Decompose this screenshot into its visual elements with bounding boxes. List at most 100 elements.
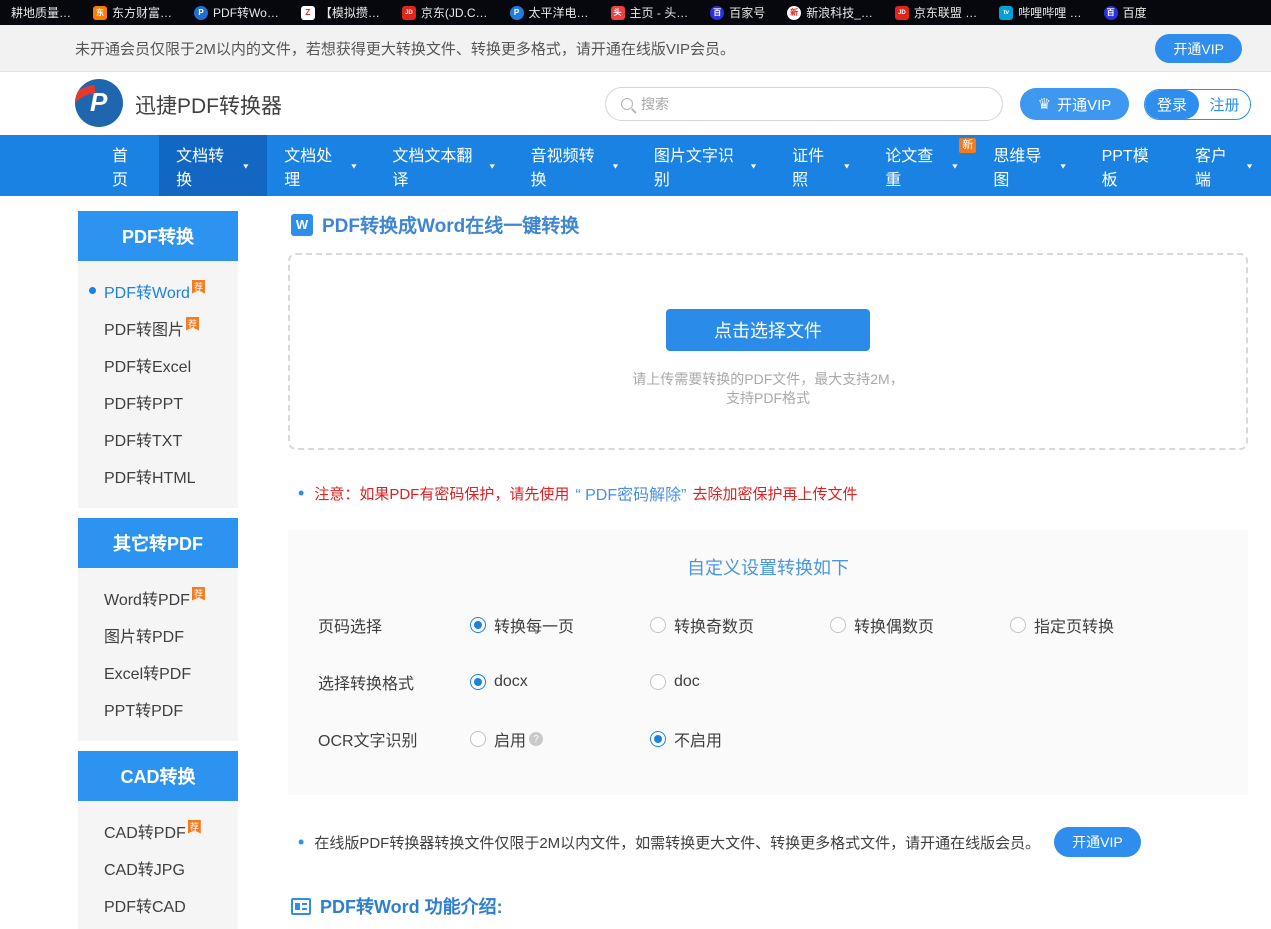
sidebar-item-image-to-pdf[interactable]: 图片转PDF bbox=[78, 616, 238, 653]
radio-option-even-pages[interactable]: 转换偶数页 bbox=[830, 613, 1010, 637]
sidebar-group-pdf-convert: PDF转换 PDF转Word荐 PDF转图片荐 PDF转Excel PDF转PP… bbox=[78, 211, 238, 508]
upload-dropzone[interactable]: 点击选择文件 请上传需要转换的PDF文件，最大支持2M， 支持PDF格式 bbox=[288, 253, 1248, 450]
radio-icon bbox=[650, 731, 666, 747]
choose-file-button[interactable]: 点击选择文件 bbox=[666, 309, 870, 351]
ocr-row: OCR文字识别 启用? 不启用 bbox=[288, 727, 1248, 751]
password-note: • 注意：如果PDF有密码保护，请先使用 “ PDF密码解除” 去除加密保护再上… bbox=[298, 481, 1248, 505]
word-doc-icon: W bbox=[291, 214, 313, 236]
sidebar-item-cad-to-pdf[interactable]: CAD转PDF荐 bbox=[78, 812, 238, 849]
nav-item-ppt-template[interactable]: PPT模板 bbox=[1085, 135, 1178, 196]
main-nav: 首页 文档转换▼ 文档处理▼ 文档文本翻译▼ 音视频转换▼ 图片文字识别▼ 证件… bbox=[0, 135, 1271, 196]
nav-item-av-convert[interactable]: 音视频转换▼ bbox=[514, 135, 637, 196]
sidebar-group-title: 其它转PDF bbox=[78, 518, 238, 568]
tab-title: 【模拟攒… bbox=[320, 4, 380, 21]
vip-limit-note: • 在线版PDF转换器转换文件仅限于2M以内文件，如需转换更大文件、转换更多格式… bbox=[298, 827, 1248, 857]
pdf-password-remove-link[interactable]: “ PDF密码解除” bbox=[575, 481, 686, 505]
sidebar-item-excel-to-pdf[interactable]: Excel转PDF bbox=[78, 653, 238, 690]
output-format-row: 选择转换格式 docx doc bbox=[288, 670, 1248, 694]
zol-icon: Z bbox=[301, 6, 315, 20]
radio-option-docx[interactable]: docx bbox=[470, 673, 650, 691]
chevron-down-icon: ▼ bbox=[1059, 162, 1068, 170]
search-input[interactable] bbox=[641, 96, 971, 112]
tab-title: 东方财富… bbox=[112, 4, 172, 21]
nav-item-home[interactable]: 首页 bbox=[95, 135, 159, 196]
radio-option-ocr-enable[interactable]: 启用? bbox=[470, 727, 650, 751]
register-button[interactable]: 注册 bbox=[1199, 90, 1250, 119]
sidebar-item-pdf-to-image[interactable]: PDF转图片荐 bbox=[78, 309, 238, 346]
header-open-vip-button[interactable]: ♛ 开通VIP bbox=[1020, 88, 1129, 120]
auth-buttons: 登录 注册 bbox=[1144, 89, 1251, 120]
recommend-badge: 荐 bbox=[192, 280, 205, 294]
help-icon[interactable]: ? bbox=[529, 732, 543, 746]
browser-tab[interactable]: 耕地质量… bbox=[0, 0, 82, 25]
baidu-icon: 百 bbox=[710, 6, 724, 20]
chevron-down-icon: ▼ bbox=[488, 162, 497, 170]
browser-tab[interactable]: PPDF转Wo… bbox=[183, 0, 290, 25]
radio-option-ocr-disable[interactable]: 不启用 bbox=[650, 727, 830, 751]
browser-tab[interactable]: JD 京东(JD.C… bbox=[391, 0, 499, 25]
tab-title: 新浪科技_… bbox=[806, 4, 873, 21]
sidebar-item-pdf-to-html[interactable]: PDF转HTML bbox=[78, 457, 238, 494]
browser-tab[interactable]: 头主页 - 头… bbox=[600, 0, 700, 25]
sidebar-item-pdf-to-excel[interactable]: PDF转Excel bbox=[78, 346, 238, 383]
new-badge: 新 bbox=[959, 138, 976, 153]
chevron-down-icon: ▼ bbox=[350, 162, 359, 170]
sidebar-group-other-to-pdf: 其它转PDF Word转PDF荐 图片转PDF Excel转PDF PPT转PD… bbox=[78, 518, 238, 741]
browser-tab[interactable]: 东东方财富… bbox=[82, 0, 183, 25]
header-vip-label: 开通VIP bbox=[1057, 94, 1111, 115]
nav-item-paper-check[interactable]: 论文查重▼新 bbox=[868, 135, 976, 196]
site-logo[interactable]: P bbox=[75, 79, 123, 127]
search-box[interactable] bbox=[605, 87, 1003, 121]
eastmoney-icon: 东 bbox=[93, 6, 107, 20]
page-title: W PDF转换成Word在线一键转换 bbox=[291, 211, 1248, 238]
sidebar-group-cad-convert: CAD转换 CAD转PDF荐 CAD转JPG PDF转CAD CAD版本转换 bbox=[78, 751, 238, 929]
nav-item-doc-convert[interactable]: 文档转换▼ bbox=[159, 135, 267, 196]
sidebar-item-cad-version[interactable]: CAD版本转换 bbox=[78, 923, 238, 929]
browser-tab[interactable]: 百百度 bbox=[1093, 0, 1158, 25]
sidebar-item-word-to-pdf[interactable]: Word转PDF荐 bbox=[78, 579, 238, 616]
jd-icon: JD bbox=[402, 6, 416, 20]
feature-doc-icon bbox=[291, 898, 311, 915]
settings-title: 自定义设置转换如下 bbox=[288, 554, 1248, 580]
brand-title: 迅捷PDF转换器 bbox=[135, 90, 282, 120]
sina-icon: 新 bbox=[787, 6, 801, 20]
sidebar-item-pdf-to-word[interactable]: PDF转Word荐 bbox=[78, 272, 238, 309]
sidebar-item-cad-to-jpg[interactable]: CAD转JPG bbox=[78, 849, 238, 886]
tab-title: 京东(JD.C… bbox=[421, 4, 488, 21]
chevron-down-icon: ▼ bbox=[241, 162, 250, 170]
radio-icon bbox=[470, 674, 486, 690]
sidebar-item-pdf-to-cad[interactable]: PDF转CAD bbox=[78, 886, 238, 923]
nav-item-doc-translate[interactable]: 文档文本翻译▼ bbox=[375, 135, 513, 196]
browser-tab[interactable]: JD京东联盟 … bbox=[884, 0, 988, 25]
tab-title: 哔哩哔哩 … bbox=[1018, 4, 1081, 21]
nav-item-ocr[interactable]: 图片文字识别▼ bbox=[637, 135, 775, 196]
tab-title: PDF转Wo… bbox=[213, 4, 279, 21]
radio-icon bbox=[650, 617, 666, 633]
sidebar-item-ppt-to-pdf[interactable]: PPT转PDF bbox=[78, 690, 238, 727]
radio-option-every-page[interactable]: 转换每一页 bbox=[470, 613, 650, 637]
browser-tab[interactable]: Z 【模拟攒… bbox=[290, 0, 391, 25]
sidebar-item-pdf-to-ppt[interactable]: PDF转PPT bbox=[78, 383, 238, 420]
browser-tab[interactable]: 百百家号 bbox=[699, 0, 776, 25]
radio-option-odd-pages[interactable]: 转换奇数页 bbox=[650, 613, 830, 637]
radio-option-doc[interactable]: doc bbox=[650, 673, 830, 691]
crown-icon: ♛ bbox=[1038, 97, 1051, 112]
baidu-icon: 百 bbox=[1104, 6, 1118, 20]
radio-option-specified-pages[interactable]: 指定页转换 bbox=[1010, 613, 1190, 637]
search-icon bbox=[621, 98, 633, 110]
nav-item-client[interactable]: 客户端▼ bbox=[1178, 135, 1271, 196]
tab-title: 百度 bbox=[1123, 4, 1147, 21]
login-button[interactable]: 登录 bbox=[1145, 90, 1199, 119]
nav-item-id-photo[interactable]: 证件照▼ bbox=[775, 135, 868, 196]
banner-open-vip-button[interactable]: 开通VIP bbox=[1155, 34, 1242, 63]
browser-tab[interactable]: tv哔哩哔哩 … bbox=[988, 0, 1092, 25]
nav-item-doc-process[interactable]: 文档处理▼ bbox=[267, 135, 375, 196]
note-open-vip-button[interactable]: 开通VIP bbox=[1054, 827, 1141, 857]
chevron-down-icon: ▼ bbox=[749, 162, 758, 170]
radio-icon bbox=[470, 731, 486, 747]
chevron-down-icon: ▼ bbox=[1245, 162, 1254, 170]
nav-item-mindmap[interactable]: 思维导图▼ bbox=[976, 135, 1084, 196]
browser-tab[interactable]: P太平洋电… bbox=[499, 0, 600, 25]
sidebar-item-pdf-to-txt[interactable]: PDF转TXT bbox=[78, 420, 238, 457]
browser-tab[interactable]: 新新浪科技_… bbox=[776, 0, 884, 25]
